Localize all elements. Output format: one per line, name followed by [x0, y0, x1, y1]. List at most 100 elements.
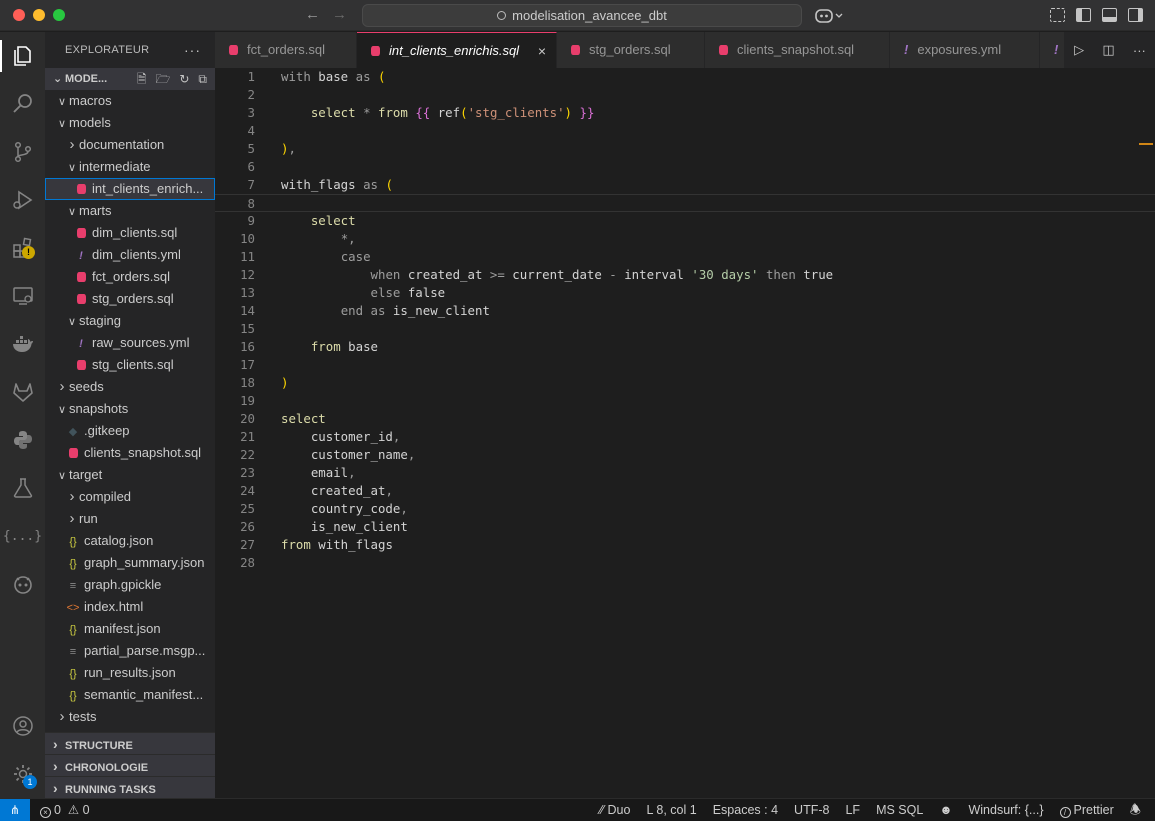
code-line[interactable]: 13 else false [215, 284, 1155, 302]
collapse-all-icon[interactable]: ⧉ [198, 68, 207, 90]
code-editor[interactable]: 1 with base as (2 3 select * from {{ ref('… [215, 68, 1155, 798]
tree-folder[interactable]: › documentation [45, 134, 215, 156]
tree-file[interactable]: ◆ .gitkeep [45, 420, 215, 442]
indentation-status[interactable]: Espaces : 4 [713, 799, 778, 821]
section-chronologie[interactable]: › CHRONOLOGIE [45, 754, 215, 776]
run-file-icon[interactable]: ▷ [1074, 42, 1084, 58]
tree-folder[interactable]: ∨ marts [45, 200, 215, 222]
tree-file[interactable]: stg_orders.sql [45, 288, 215, 310]
copilot-status-icon[interactable]: ☻ [939, 799, 952, 821]
code-line[interactable]: 16 from base [215, 338, 1155, 356]
tree-folder[interactable]: ∨ staging [45, 310, 215, 332]
problems-indicator[interactable]: × 0 ⚠ 0 [40, 799, 90, 821]
code-line[interactable]: 24 created_at, [215, 482, 1155, 500]
tree-folder[interactable]: ∨ macros [45, 90, 215, 112]
forward-arrow-icon[interactable]: → [332, 6, 347, 23]
tree-file[interactable]: stg_clients.sql [45, 354, 215, 376]
eol-status[interactable]: LF [845, 799, 860, 821]
code-line[interactable]: 11 case [215, 248, 1155, 266]
search-icon[interactable] [0, 84, 45, 124]
account-icon[interactable] [0, 706, 45, 746]
testing-icon[interactable] [0, 468, 45, 508]
code-line[interactable]: 26 is_new_client [215, 518, 1155, 536]
explorer-icon[interactable] [0, 36, 45, 76]
tree-file[interactable]: <> index.html [45, 596, 215, 618]
code-line[interactable]: 14 end as is_new_client [215, 302, 1155, 320]
code-line[interactable]: 10 *, [215, 230, 1155, 248]
code-line[interactable]: 5), [215, 140, 1155, 158]
tree-folder[interactable]: › seeds [45, 376, 215, 398]
code-line[interactable]: 15 [215, 320, 1155, 338]
tree-file[interactable]: {} catalog.json [45, 530, 215, 552]
tree-file[interactable]: dim_clients.sql [45, 222, 215, 244]
code-line[interactable]: 3 select * from {{ ref('stg_clients') }} [215, 104, 1155, 122]
tree-file[interactable]: ≡ graph.gpickle [45, 574, 215, 596]
editor-tab[interactable]: int_clients_enrichis.sql × [357, 32, 557, 68]
code-line[interactable]: 18) [215, 374, 1155, 392]
code-line[interactable]: 19 [215, 392, 1155, 410]
tree-folder[interactable]: ∨ target [45, 464, 215, 486]
command-center-search[interactable]: modelisation_avancee_dbt [362, 4, 802, 27]
editor-tab[interactable]: fct_orders.sql [215, 32, 357, 68]
code-line[interactable]: 20 select [215, 410, 1155, 428]
customize-layout-icon[interactable] [1050, 8, 1065, 22]
section-running-tasks[interactable]: › RUNNING TASKS [45, 776, 215, 798]
refresh-icon[interactable]: ↻ [179, 68, 189, 90]
remote-indicator-icon[interactable]: ⋔ [0, 799, 30, 821]
new-folder-icon[interactable]: 🗁 [155, 68, 170, 90]
code-line[interactable]: 6 [215, 158, 1155, 176]
duo-status[interactable]: ⁄⁄ Duo [600, 799, 631, 821]
editor-tab[interactable]: stg_orders.sql [557, 32, 705, 68]
maximize-window-button[interactable] [53, 9, 65, 21]
encoding-status[interactable]: UTF-8 [794, 799, 829, 821]
prettier-status[interactable]: / Prettier [1059, 799, 1114, 821]
tree-file[interactable]: ! raw_sources.yml [45, 332, 215, 354]
close-tab-icon[interactable]: × [538, 33, 546, 68]
toggle-panel-icon[interactable] [1102, 8, 1117, 22]
tree-file[interactable]: int_clients_enrich... [45, 178, 215, 200]
section-structure[interactable]: › STRUCTURE [45, 732, 215, 754]
gitlab-icon[interactable] [0, 372, 45, 412]
run-debug-icon[interactable] [0, 180, 45, 220]
settings-gear-icon[interactable]: 1 [0, 754, 45, 794]
tree-folder[interactable]: › run [45, 508, 215, 530]
split-editor-icon[interactable]: ◫ [1102, 42, 1114, 58]
code-line[interactable]: 4 [215, 122, 1155, 140]
minimize-window-button[interactable] [33, 9, 45, 21]
editor-tab[interactable]: clients_snapshot.sql [705, 32, 890, 68]
tree-file[interactable]: fct_orders.sql [45, 266, 215, 288]
python-icon[interactable] [0, 420, 45, 460]
tree-file[interactable]: ≡ partial_parse.msgp... [45, 640, 215, 662]
code-line[interactable]: 9 select [215, 212, 1155, 230]
tree-file[interactable]: clients_snapshot.sql [45, 442, 215, 464]
tree-file[interactable]: {} semantic_manifest... [45, 684, 215, 706]
tree-file[interactable]: {} manifest.json [45, 618, 215, 640]
code-line[interactable]: 27 from with_flags [215, 536, 1155, 554]
tree-file[interactable]: {} run_results.json [45, 662, 215, 684]
tree-folder[interactable]: ∨ snapshots [45, 398, 215, 420]
copilot-icon[interactable] [815, 7, 845, 24]
close-window-button[interactable] [13, 9, 25, 21]
code-line[interactable]: 8 [215, 194, 1155, 212]
docker-icon[interactable] [0, 324, 45, 364]
code-line[interactable]: 28 [215, 554, 1155, 572]
code-line[interactable]: 2 [215, 86, 1155, 104]
toggle-primary-sidebar-icon[interactable] [1076, 8, 1091, 22]
more-actions-icon[interactable]: ··· [184, 32, 201, 68]
code-line[interactable]: 23 email, [215, 464, 1155, 482]
source-control-icon[interactable] [0, 132, 45, 172]
editor-tab-overflow[interactable]: ! [1040, 32, 1065, 68]
notifications-bell-icon[interactable]: 🕭 [1130, 799, 1141, 821]
extensions-icon[interactable]: ! [0, 228, 45, 268]
remote-explorer-icon[interactable] [0, 276, 45, 316]
tree-folder[interactable]: › compiled [45, 486, 215, 508]
tree-folder[interactable]: › tests [45, 706, 215, 728]
copilot-chat-icon[interactable] [0, 564, 45, 604]
code-line[interactable]: 22 customer_name, [215, 446, 1155, 464]
json-tools-icon[interactable]: {...} [0, 516, 45, 556]
new-file-icon[interactable]: 🗎 [137, 68, 147, 90]
back-arrow-icon[interactable]: ← [305, 6, 320, 23]
windsurf-status[interactable]: Windsurf: {...} [968, 799, 1043, 821]
project-section-header[interactable]: ⌄ MODE... 🗎 🗁 ↻ ⧉ [45, 68, 215, 90]
code-line[interactable]: 1 with base as ( [215, 68, 1155, 86]
